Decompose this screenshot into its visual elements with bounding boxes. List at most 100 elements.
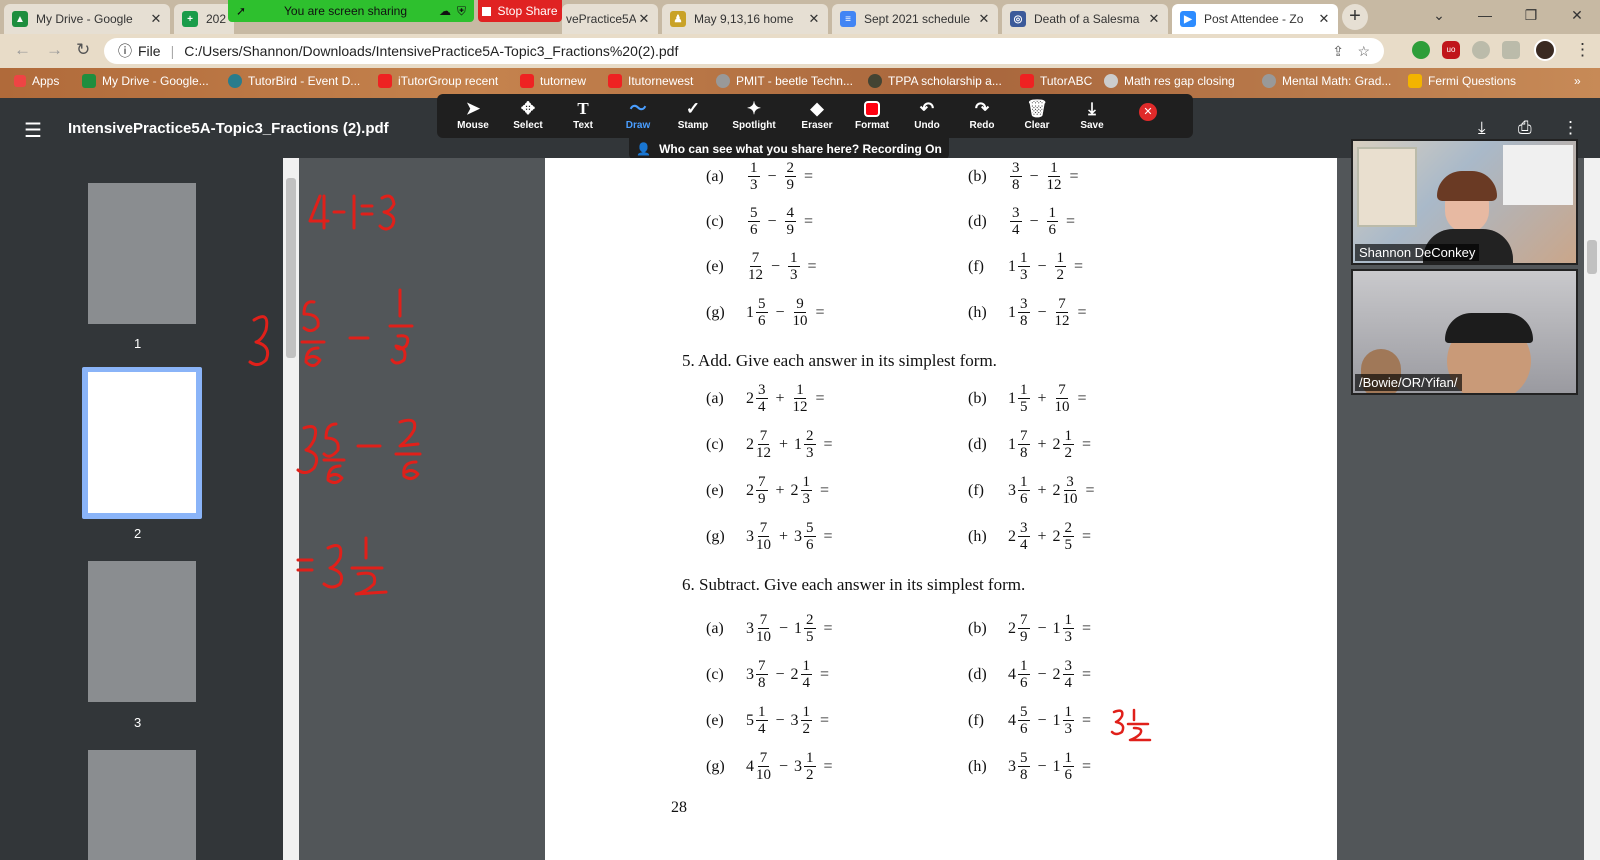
problem-row: (c) 5 6−4 9 = bbox=[706, 205, 814, 238]
tool-format[interactable]: Format bbox=[845, 98, 899, 136]
problem-row: (h) 1 3 8−7 12 = bbox=[968, 296, 1087, 329]
wand-icon: ✦ bbox=[746, 99, 762, 118]
tool-save[interactable]: ⤓ Save bbox=[1065, 98, 1119, 136]
eraser-icon: ◆ bbox=[810, 99, 824, 118]
leaf-icon: ➚ bbox=[236, 4, 247, 18]
video-tile-host[interactable]: Shannon DeConkey bbox=[1351, 139, 1578, 265]
close-annotation-button[interactable]: ✕ bbox=[1139, 103, 1157, 121]
thumbnail-label: 1 bbox=[134, 336, 142, 351]
close-icon[interactable]: ✕ bbox=[1316, 11, 1332, 27]
bookmark-star-icon[interactable]: ☆ bbox=[1357, 43, 1370, 60]
close-icon[interactable]: ✕ bbox=[806, 11, 822, 27]
sidebar-menu-icon[interactable]: ☰ bbox=[24, 118, 42, 143]
bookmark-item[interactable]: PMIT - beetle Techn... bbox=[716, 74, 853, 88]
thumbnail-page-1[interactable] bbox=[88, 183, 196, 324]
problem-row: (a) 3 7 10−1 2 5 = bbox=[706, 612, 833, 645]
video-tile-student[interactable]: /Bowie/OR/Yifan/ bbox=[1351, 269, 1578, 395]
forward-icon[interactable]: → bbox=[46, 40, 63, 60]
problem-row: (h) 3 5 8−1 1 6 = bbox=[968, 750, 1092, 783]
bookmark-item[interactable]: TPPA scholarship a... bbox=[868, 74, 1002, 88]
ublock-icon[interactable]: uo bbox=[1442, 41, 1460, 59]
bookmark-item[interactable]: Math res gap closing bbox=[1104, 74, 1235, 88]
extension-icon[interactable] bbox=[1412, 41, 1430, 59]
thumbnail-page-2[interactable] bbox=[88, 372, 196, 513]
thumbnail-label: 3 bbox=[134, 715, 142, 730]
tool-stamp[interactable]: ✓ Stamp bbox=[666, 98, 720, 136]
bookmark-item[interactable]: iTutorGroup recent bbox=[378, 74, 498, 88]
problem-row: (g) 4 7 10−3 1 2 = bbox=[706, 750, 833, 783]
tool-select[interactable]: ✥ Select bbox=[501, 98, 555, 136]
bookmark-item[interactable]: TutorBird - Event D... bbox=[228, 74, 360, 88]
tab-search-icon[interactable]: ⌄ bbox=[1416, 0, 1462, 30]
drive-icon bbox=[82, 74, 96, 88]
close-icon[interactable]: ✕ bbox=[976, 11, 992, 27]
new-tab-button[interactable]: + bbox=[1342, 4, 1368, 30]
tool-mouse[interactable]: ➤ Mouse bbox=[446, 98, 500, 136]
itutor-icon bbox=[378, 74, 392, 88]
problem-row: (f) 3 1 6 +2 3 10 = bbox=[968, 474, 1095, 507]
cloud-icon: ☁ bbox=[438, 4, 451, 18]
problem-row: (e) 7 12−1 3 = bbox=[706, 250, 817, 283]
tab-schedule[interactable]: ≡ Sept 2021 schedule ✕ bbox=[832, 4, 998, 34]
handwritten-answer bbox=[1110, 708, 1152, 742]
bookmark-item[interactable]: Fermi Questions bbox=[1408, 74, 1516, 88]
close-icon[interactable]: ✕ bbox=[1146, 11, 1162, 27]
print-icon[interactable]: ⎙ bbox=[1518, 118, 1532, 138]
profile-avatar[interactable] bbox=[1534, 39, 1556, 61]
tool-clear[interactable]: 🗑 Clear bbox=[1010, 98, 1064, 136]
problem-row: (a) 2 3 4 +1 12 = bbox=[706, 382, 825, 415]
tutorbird-icon bbox=[228, 74, 242, 88]
tab-sheet[interactable]: +202 bbox=[174, 4, 234, 34]
tab-pdf[interactable]: vePractice5A ✕ bbox=[562, 4, 658, 34]
problem-row: (h) 2 3 4 +2 2 5 = bbox=[968, 520, 1092, 553]
extension-icon[interactable] bbox=[1472, 41, 1490, 59]
more-options-icon[interactable]: ⋮ bbox=[1562, 118, 1579, 138]
section-5-heading: 5. Add. Give each answer in its simplest… bbox=[682, 351, 997, 370]
menu-icon[interactable]: ⋮ bbox=[1574, 40, 1591, 60]
itutor-icon bbox=[1020, 74, 1034, 88]
redo-icon: ↷ bbox=[974, 99, 990, 118]
bookmark-item[interactable]: My Drive - Google... bbox=[82, 74, 209, 88]
reload-icon[interactable]: ↻ bbox=[76, 40, 90, 60]
minimize-button[interactable]: — bbox=[1462, 0, 1508, 30]
problem-row: (g) 3 7 10 +3 5 6 = bbox=[706, 520, 833, 553]
bookmark-item[interactable]: Mental Math: Grad... bbox=[1262, 74, 1391, 88]
extensions-puzzle-icon[interactable] bbox=[1502, 41, 1520, 59]
tool-undo[interactable]: ↶ Undo bbox=[900, 98, 954, 136]
itutor-icon bbox=[520, 74, 534, 88]
tab-my-drive[interactable]: ▲ My Drive - Google ✕ bbox=[4, 4, 170, 34]
globe-icon bbox=[716, 74, 730, 88]
tool-spotlight[interactable]: ✦ Spotlight bbox=[727, 98, 781, 136]
thumbnail-page-4[interactable] bbox=[88, 750, 196, 860]
close-icon[interactable]: ✕ bbox=[636, 11, 652, 27]
share-icon[interactable]: ⇪ bbox=[1332, 43, 1344, 60]
bookmark-item[interactable]: Itutornewest bbox=[608, 74, 693, 88]
apps-grid-icon bbox=[14, 75, 26, 87]
participant-name: /Bowie/OR/Yifan/ bbox=[1355, 374, 1462, 391]
close-icon[interactable]: ✕ bbox=[148, 11, 164, 27]
thumbnail-page-3[interactable] bbox=[88, 561, 196, 702]
pdf-page bbox=[545, 158, 1337, 860]
restore-button[interactable]: ❐ bbox=[1508, 0, 1554, 30]
tab-homework[interactable]: ♟ May 9,13,16 home ✕ bbox=[662, 4, 828, 34]
text-icon: T bbox=[577, 99, 589, 118]
page-scrollbar[interactable] bbox=[1584, 158, 1600, 860]
bookmark-apps[interactable]: Apps bbox=[14, 74, 59, 88]
tool-draw[interactable]: 〜 Draw bbox=[611, 98, 665, 136]
bookmark-item[interactable]: tutornew bbox=[520, 74, 586, 88]
tool-text[interactable]: T Text bbox=[556, 98, 610, 136]
page-number: 28 bbox=[671, 799, 687, 816]
more-bookmarks-icon[interactable]: » bbox=[1574, 74, 1581, 88]
back-icon[interactable]: ← bbox=[14, 40, 31, 60]
close-window-button[interactable]: ✕ bbox=[1554, 0, 1600, 30]
tool-eraser[interactable]: ◆ Eraser bbox=[790, 98, 844, 136]
stop-share-button[interactable]: Stop Share bbox=[478, 0, 562, 22]
problem-row: (d) 3 4−1 6 = bbox=[968, 205, 1076, 238]
download-icon[interactable]: ⤓ bbox=[1478, 118, 1486, 138]
address-bar[interactable]: ⓘ File | C:/Users/Shannon/Downloads/Intensi… bbox=[104, 38, 1384, 64]
bookmark-item[interactable]: TutorABC bbox=[1020, 74, 1092, 88]
tab-zoom[interactable]: ▶ Post Attendee - Zo ✕ bbox=[1172, 4, 1338, 34]
recording-notice[interactable]: 👤 Who can see what you share here? Record… bbox=[629, 138, 949, 160]
tab-salesman[interactable]: ◎ Death of a Salesma ✕ bbox=[1002, 4, 1168, 34]
tool-redo[interactable]: ↷ Redo bbox=[955, 98, 1009, 136]
